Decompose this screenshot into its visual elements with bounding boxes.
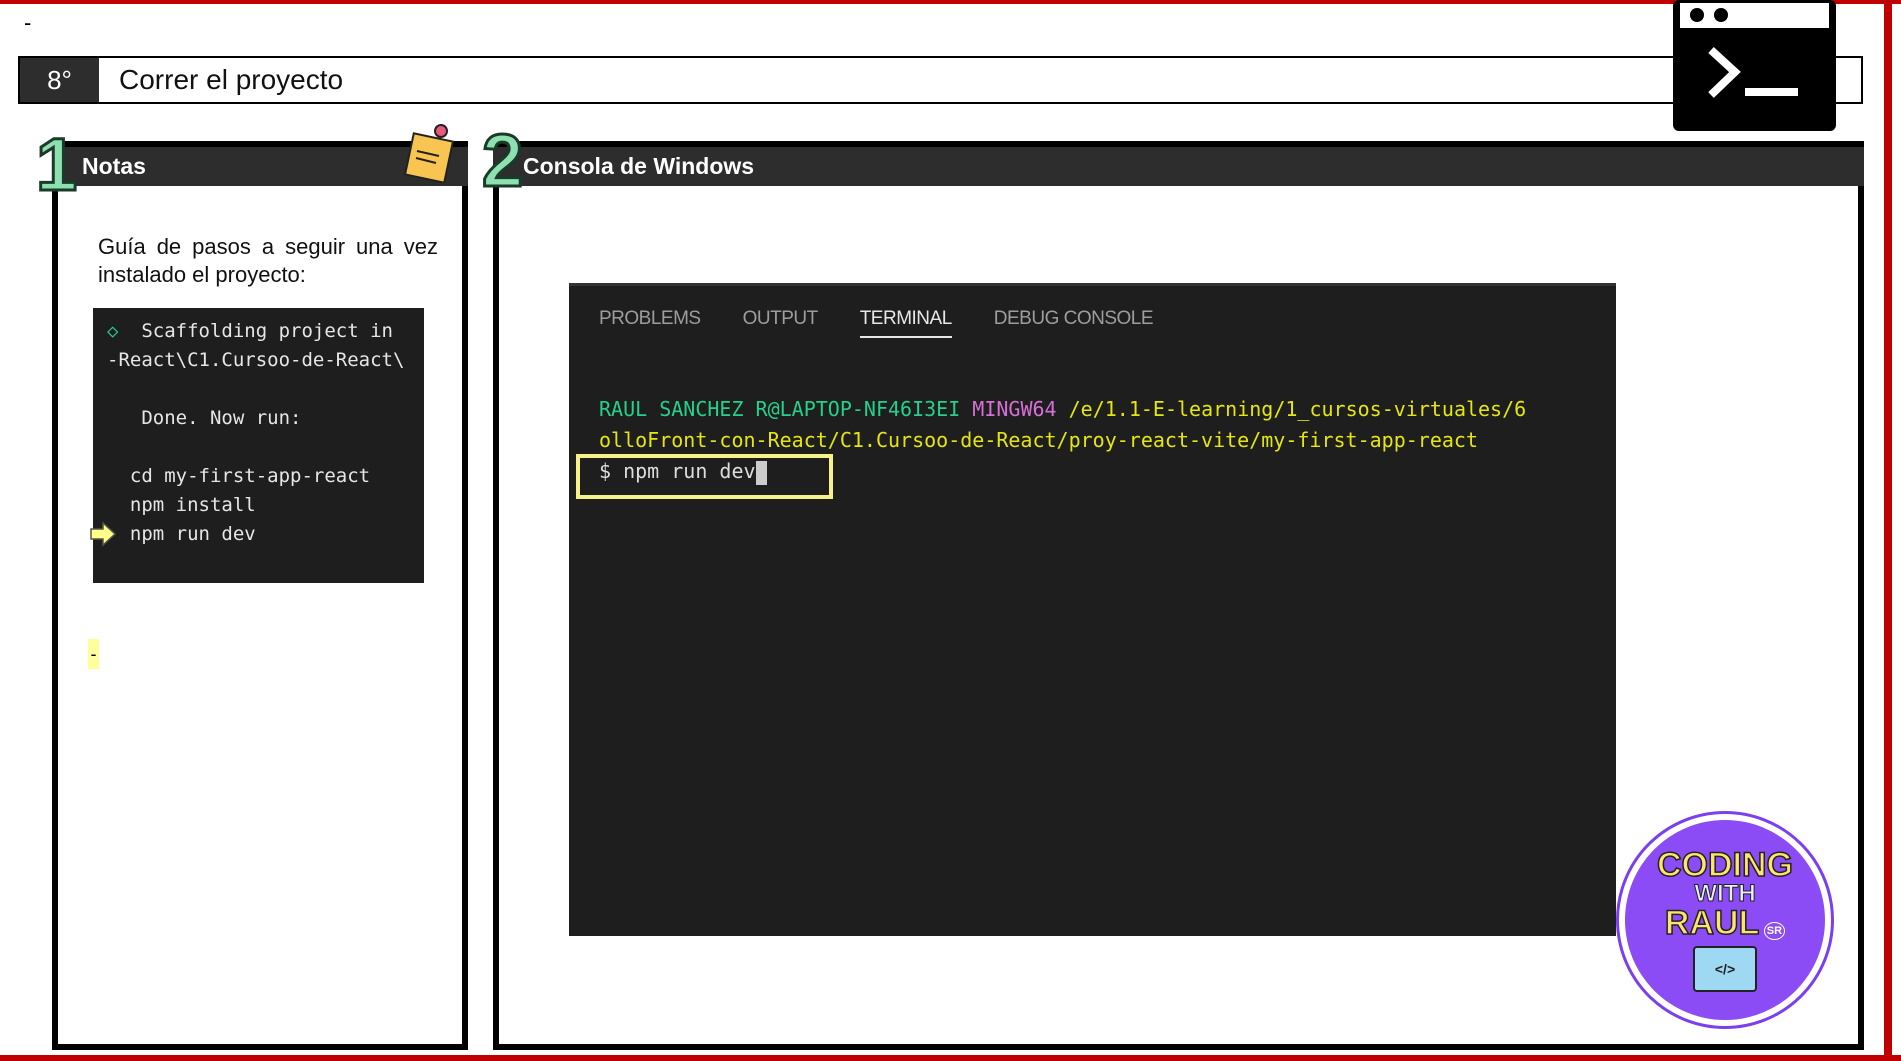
red-border-bottom	[0, 1055, 1901, 1061]
sticky-note-icon	[403, 124, 455, 183]
step-number: 8°	[20, 58, 99, 102]
tab-problems[interactable]: PROBLEMS	[599, 308, 701, 338]
terminal-prompt-line: RAUL SANCHEZ R@LAPTOP-NF46I3EI MINGW64 /…	[599, 397, 1526, 421]
tab-debug-console[interactable]: DEBUG CONSOLE	[994, 308, 1154, 338]
tab-terminal[interactable]: TERMINAL	[859, 308, 952, 338]
notes-panel: Notas Guía de pasos a seguir una vez ins…	[52, 124, 468, 1050]
tab-output[interactable]: OUTPUT	[743, 308, 819, 338]
code-line: npm install	[107, 494, 256, 516]
code-line: npm run dev	[107, 523, 256, 545]
step-header: 8° Correr el proyecto	[18, 56, 1863, 104]
top-dash: -	[24, 10, 32, 35]
code-line: cd my-first-app-react	[107, 465, 371, 487]
terminal-window: PROBLEMS OUTPUT TERMINAL DEBUG CONSOLE R…	[569, 283, 1616, 936]
red-border-top	[0, 0, 1901, 4]
highlight-marker: -	[88, 639, 99, 669]
console-panel-header: Consola de Windows	[493, 141, 1864, 186]
code-line: ◇ Scaffolding project in	[107, 320, 393, 342]
notes-text: Guía de pasos a seguir una vez instalado…	[98, 234, 438, 287]
code-line: Done. Now run:	[107, 407, 302, 429]
prompt-env: MINGW64	[972, 397, 1057, 421]
step-title: Correr el proyecto	[119, 64, 344, 95]
command-highlight-box	[576, 454, 833, 499]
logo-line-1: CODING	[1656, 846, 1794, 884]
arrow-right-icon	[90, 521, 116, 547]
step-badge-2: 2	[480, 119, 524, 202]
prompt-path-continued: olloFront-con-React/C1.Cursoo-de-React/p…	[599, 428, 1478, 452]
console-title: Consola de Windows	[523, 153, 755, 179]
logo-badge: SR	[1763, 922, 1786, 940]
step-badge-1: 1	[34, 123, 78, 206]
terminal-tabs: PROBLEMS OUTPUT TERMINAL DEBUG CONSOLE	[599, 308, 1154, 338]
prompt-user: RAUL SANCHEZ R@LAPTOP-NF46I3EI	[599, 397, 961, 421]
code-line: -React\C1.Cursoo-de-React\	[107, 349, 405, 371]
coding-with-raul-logo: CODING WITH RAUL SR </>	[1616, 811, 1834, 1029]
logo-line-3: RAUL	[1664, 904, 1760, 942]
terminal-icon	[1673, 0, 1836, 131]
code-window-icon: </>	[1693, 946, 1757, 992]
notes-code-block: ◇ Scaffolding project in -React\C1.Cursoo…	[93, 308, 424, 583]
prompt-path: /e/1.1-E-learning/1_cursos-virtuales/6	[1068, 397, 1527, 421]
red-border-right	[1884, 0, 1892, 1061]
logo-line-2: WITH	[1694, 880, 1756, 907]
notes-title: Notas	[82, 153, 146, 179]
